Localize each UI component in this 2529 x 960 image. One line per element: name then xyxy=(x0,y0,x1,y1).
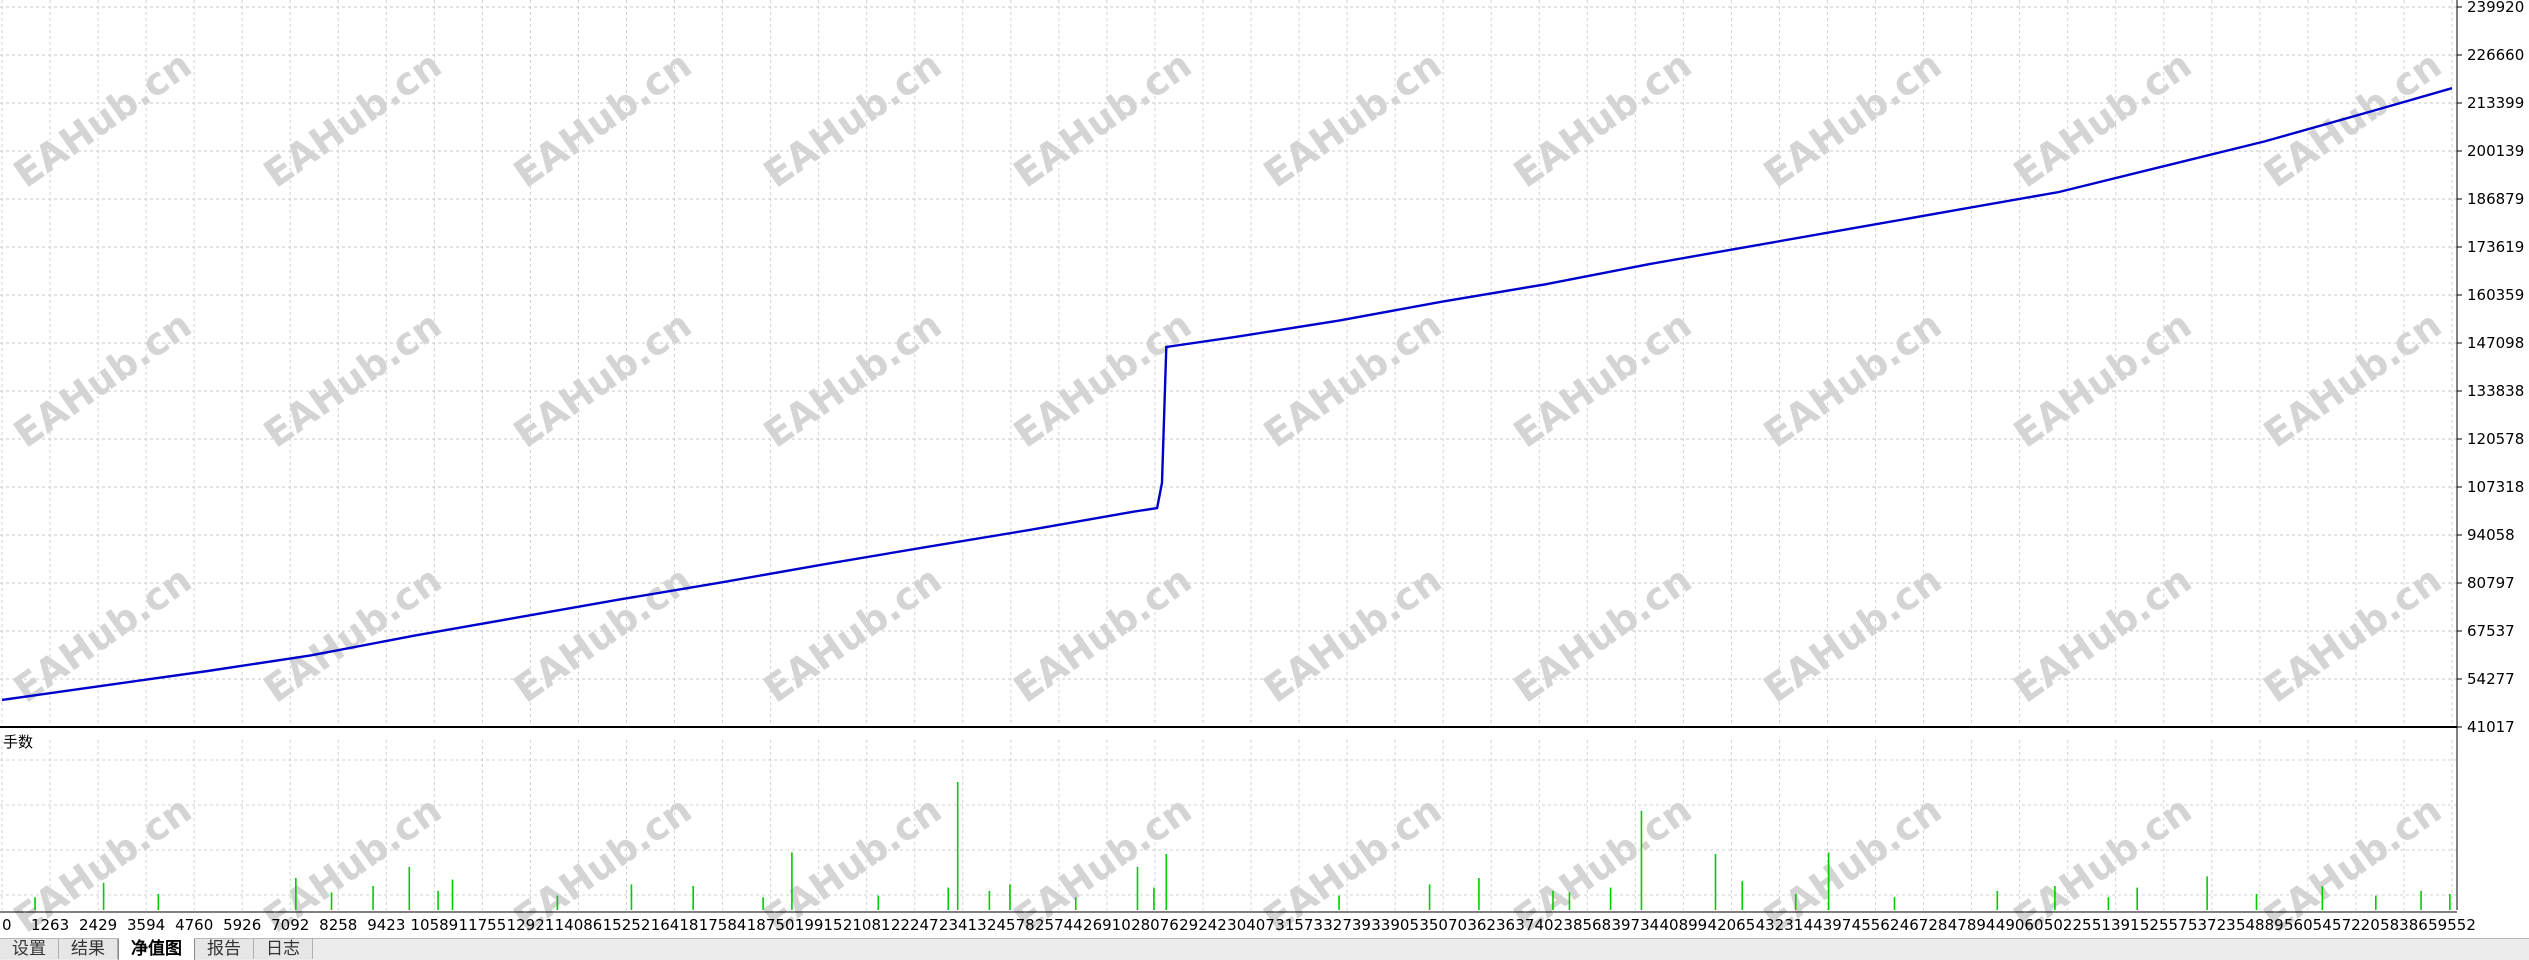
chart-svg: EAHub.cn EAHub.cn EAHub.cn EAHub.cn EAHub.cn… xyxy=(0,0,2529,941)
x-tick-label: 50225 xyxy=(2044,916,2092,934)
x-tick-label: 30407 xyxy=(1227,916,1275,934)
x-tick-label: 21081 xyxy=(843,916,891,934)
y-tick-label: 120578 xyxy=(2467,430,2524,448)
x-tick-label: 11755 xyxy=(459,916,507,934)
y-tick-label: 239920 xyxy=(2467,0,2524,16)
x-tick-label: 22247 xyxy=(891,916,939,934)
x-tick-label: 19915 xyxy=(795,916,843,934)
lots-panel-label: 手数 xyxy=(3,733,33,751)
x-tick-label: 29242 xyxy=(1179,916,1227,934)
x-tick-label: 38568 xyxy=(1563,916,1611,934)
x-tick-label: 12921 xyxy=(507,916,555,934)
x-tick-label: 43231 xyxy=(1756,916,1804,934)
tab-equity-graph[interactable]: 净值图 xyxy=(118,938,195,960)
x-tick-label: 46728 xyxy=(1900,916,1948,934)
y-tick-label: 160359 xyxy=(2467,286,2524,304)
backtest-chart-area: EAHub.cn EAHub.cn EAHub.cn EAHub.cn EAHub.cn… xyxy=(0,0,2529,959)
x-tick-label: 25744 xyxy=(1035,916,1083,934)
x-tick-label: 49060 xyxy=(1996,916,2044,934)
y-tick-label: 80797 xyxy=(2467,574,2515,592)
y-tick-label: 67537 xyxy=(2467,622,2515,640)
x-tick-label: 33905 xyxy=(1371,916,1419,934)
x-tick-labels: 0 1263 2429 3594 4760 5926 7092 8258 9423 10589 11… xyxy=(2,916,2476,934)
x-tick-label: 15252 xyxy=(603,916,651,934)
x-tick-label: 45562 xyxy=(1852,916,1900,934)
x-tick-label: 3594 xyxy=(127,916,165,934)
x-tick-label: 59552 xyxy=(2428,916,2476,934)
x-tick-label: 7092 xyxy=(271,916,309,934)
x-tick-label: 37402 xyxy=(1515,916,1563,934)
bottom-tab-bar: 设置 结果 净值图 报告 日志 xyxy=(0,938,2529,960)
x-tick-label: 32739 xyxy=(1323,916,1371,934)
y-tick-label: 94058 xyxy=(2467,526,2515,544)
y-tick-label: 213399 xyxy=(2467,94,2524,112)
y-tick-label: 107318 xyxy=(2467,478,2524,496)
x-tick-label: 28076 xyxy=(1131,916,1179,934)
tab-results[interactable]: 结果 xyxy=(59,939,118,959)
x-tick-label: 4760 xyxy=(175,916,213,934)
x-tick-label: 44397 xyxy=(1804,916,1852,934)
x-tick-label: 40899 xyxy=(1660,916,1708,934)
y-tick-label: 133838 xyxy=(2467,382,2524,400)
x-tick-label: 17584 xyxy=(699,916,747,934)
x-tick-label: 26910 xyxy=(1083,916,1131,934)
x-tick-label: 23413 xyxy=(939,916,987,934)
chart-background xyxy=(0,0,2529,938)
x-tick-label: 0 xyxy=(2,916,12,934)
y-tick-label: 186879 xyxy=(2467,190,2524,208)
x-tick-label: 51391 xyxy=(2092,916,2140,934)
x-tick-label: 10589 xyxy=(410,916,458,934)
x-tick-label: 9423 xyxy=(367,916,405,934)
x-tick-label: 16418 xyxy=(651,916,699,934)
x-tick-label: 2429 xyxy=(79,916,117,934)
y-tick-label: 173619 xyxy=(2467,238,2524,256)
x-tick-label: 52557 xyxy=(2140,916,2188,934)
x-tick-label: 56054 xyxy=(2284,916,2332,934)
x-tick-label: 47894 xyxy=(1948,916,1996,934)
y-tick-label: 226660 xyxy=(2467,46,2524,64)
x-tick-label: 42065 xyxy=(1708,916,1756,934)
x-tick-label: 58386 xyxy=(2380,916,2428,934)
x-tick-label: 54889 xyxy=(2236,916,2284,934)
x-tick-label: 36236 xyxy=(1467,916,1515,934)
x-tick-label: 8258 xyxy=(319,916,357,934)
tab-journal[interactable]: 日志 xyxy=(254,939,313,959)
tab-report[interactable]: 报告 xyxy=(195,939,254,959)
x-tick-label: 5926 xyxy=(223,916,261,934)
x-tick-label: 39734 xyxy=(1611,916,1659,934)
tab-settings[interactable]: 设置 xyxy=(0,939,59,959)
y-tick-label: 147098 xyxy=(2467,334,2524,352)
y-tick-label: 200139 xyxy=(2467,142,2524,160)
x-tick-label: 31573 xyxy=(1275,916,1323,934)
x-tick-label: 53723 xyxy=(2188,916,2236,934)
y-tick-label: 41017 xyxy=(2467,718,2515,736)
x-tick-label: 24578 xyxy=(987,916,1035,934)
y-tick-label: 54277 xyxy=(2467,670,2515,688)
x-tick-label: 35070 xyxy=(1419,916,1467,934)
x-tick-label: 57220 xyxy=(2332,916,2380,934)
x-tick-label: 1263 xyxy=(31,916,69,934)
x-tick-label: 18750 xyxy=(747,916,795,934)
x-tick-label: 14086 xyxy=(555,916,603,934)
